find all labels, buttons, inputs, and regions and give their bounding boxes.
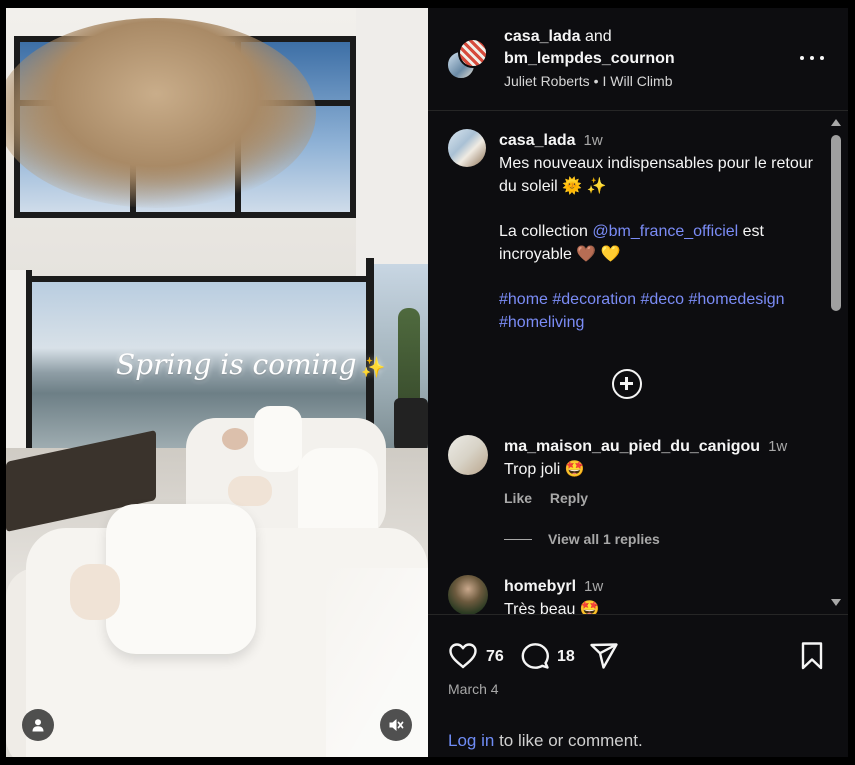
- post-media[interactable]: Spring is coming ✨: [6, 8, 428, 757]
- instagram-post-window: Spring is coming ✨ casa_lada and bm_lemp…: [0, 0, 855, 765]
- comment-time[interactable]: 1w: [584, 578, 603, 595]
- likes-count[interactable]: 76: [486, 648, 504, 666]
- scroll-up-arrow-icon[interactable]: [831, 119, 841, 126]
- avatar[interactable]: [448, 575, 488, 614]
- mention-link[interactable]: @bm_france_officiel: [592, 223, 738, 240]
- brown-heart-emoji: 🤎: [576, 246, 597, 263]
- scroll-down-arrow-icon[interactable]: [831, 599, 841, 606]
- scrollbar-thumb[interactable]: [831, 135, 841, 311]
- collab-avatars[interactable]: [446, 38, 488, 80]
- post-details-panel: casa_lada and bm_lempdes_cournon Juliet …: [428, 8, 848, 757]
- view-replies-button[interactable]: View all 1 replies: [504, 531, 660, 547]
- speaker-muted-icon: [389, 719, 404, 731]
- comment-username[interactable]: homebyrl: [504, 578, 576, 595]
- post-actions: 76 18 March 4 Log in to like or comment.: [428, 615, 848, 757]
- comment-icon[interactable]: [520, 642, 550, 670]
- login-link[interactable]: Log in: [448, 731, 494, 750]
- heart-icon[interactable]: [448, 642, 478, 670]
- load-more-comments-icon[interactable]: [612, 369, 642, 399]
- post-date[interactable]: March 4: [448, 681, 499, 697]
- hashtag-link[interactable]: #home: [499, 291, 548, 308]
- like-comment-button[interactable]: Like: [504, 490, 532, 506]
- reply-button[interactable]: Reply: [550, 490, 588, 506]
- avatar-bm-lempdes[interactable]: [458, 38, 488, 68]
- mute-button[interactable]: [380, 709, 412, 741]
- more-options-icon[interactable]: [800, 48, 824, 68]
- comments-count[interactable]: 18: [557, 648, 575, 666]
- comments-scrollbar[interactable]: [828, 111, 844, 614]
- comment-username[interactable]: ma_maison_au_pied_du_canigou: [504, 438, 760, 455]
- caption-username[interactable]: casa_lada: [499, 132, 576, 149]
- cushion: [106, 504, 256, 654]
- user-icon: [32, 719, 44, 732]
- author-username[interactable]: casa_lada: [504, 28, 581, 45]
- hashtags: #home #decoration #deco #homedesign #hom…: [499, 288, 819, 334]
- sparkle-emoji: ✨: [360, 355, 386, 379]
- star-struck-emoji: 🤩: [579, 601, 600, 614]
- sun-emoji: 🌞 ✨: [562, 178, 607, 195]
- post-header: casa_lada and bm_lempdes_cournon Juliet …: [428, 8, 848, 110]
- bookmark-icon[interactable]: [800, 641, 824, 671]
- collaborator-username[interactable]: bm_lempdes_cournon: [504, 50, 675, 67]
- avatar[interactable]: [448, 129, 486, 167]
- hashtag-link[interactable]: #deco: [640, 291, 684, 308]
- story-overlay-text: Spring is coming ✨: [116, 348, 386, 381]
- pampas-chandelier: [6, 18, 316, 208]
- comment-time[interactable]: 1w: [768, 438, 787, 455]
- star-struck-emoji: 🤩: [564, 461, 585, 478]
- yellow-heart-emoji: 💛: [600, 246, 621, 263]
- audio-info[interactable]: Juliet Roberts • I Will Climb: [504, 73, 784, 89]
- login-prompt: Log in to like or comment.: [448, 731, 643, 750]
- hashtag-link[interactable]: #decoration: [552, 291, 636, 308]
- share-icon[interactable]: [589, 642, 619, 670]
- comments-section[interactable]: casa_lada 1w Mes nouveaux indispensables …: [428, 111, 848, 614]
- hashtag-link[interactable]: #homeliving: [499, 314, 584, 331]
- knot-pillow: [228, 476, 272, 506]
- hashtag-link[interactable]: #homedesign: [689, 291, 785, 308]
- tagged-users-button[interactable]: [22, 709, 54, 741]
- avatar[interactable]: [448, 435, 488, 475]
- caption-time[interactable]: 1w: [584, 132, 603, 149]
